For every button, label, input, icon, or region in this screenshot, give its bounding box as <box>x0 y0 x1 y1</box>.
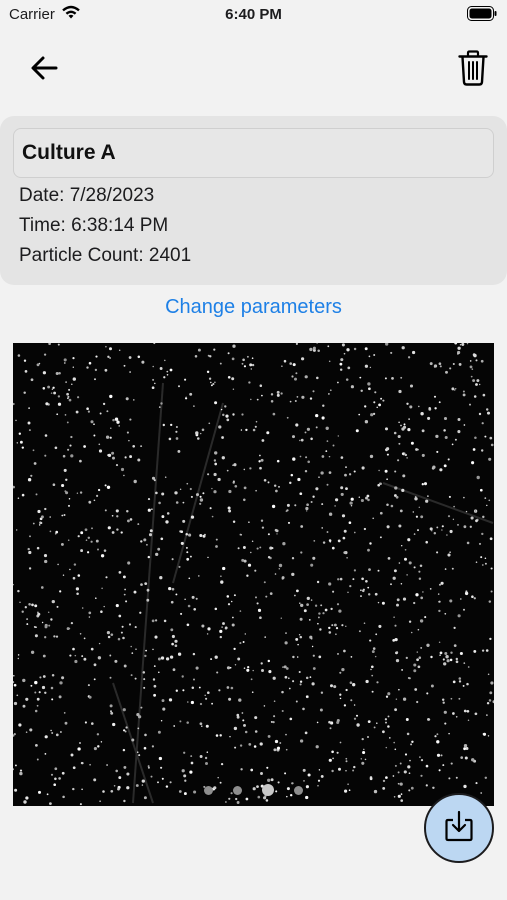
page-dot[interactable] <box>294 785 303 795</box>
particle-count-label: Particle Count: 2401 <box>19 245 192 266</box>
page-dot[interactable] <box>204 785 213 795</box>
download-button[interactable] <box>424 793 494 863</box>
arrow-left-icon <box>29 55 59 86</box>
battery-icon <box>467 6 497 25</box>
date-label: Date: 7/28/2023 <box>19 185 155 206</box>
page-indicator <box>13 784 494 796</box>
status-time: 6:40 PM <box>225 6 282 23</box>
sample-info-card: Culture A Date: 7/28/2023 Time: 6:38:14 … <box>0 116 507 285</box>
navigation-bar <box>0 40 507 100</box>
download-icon <box>444 810 474 847</box>
particle-image-canvas <box>13 343 494 806</box>
back-button[interactable] <box>22 52 66 88</box>
particle-image[interactable] <box>13 343 494 806</box>
trash-icon <box>458 49 488 91</box>
status-bar: Carrier 6:40 PM <box>0 0 507 30</box>
page-dot[interactable] <box>262 784 274 796</box>
sample-name-field[interactable]: Culture A <box>13 128 494 178</box>
delete-button[interactable] <box>453 49 493 91</box>
time-label: Time: 6:38:14 PM <box>19 215 169 236</box>
page-dot[interactable] <box>233 785 242 795</box>
change-parameters-link[interactable]: Change parameters <box>0 296 507 319</box>
